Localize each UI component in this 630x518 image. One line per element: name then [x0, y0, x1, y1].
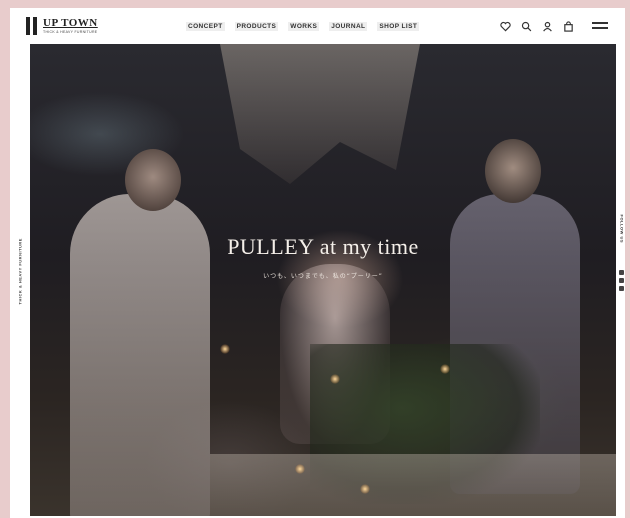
user-icon[interactable] — [542, 19, 553, 32]
candle-light — [330, 374, 340, 384]
brand-tagline: THICK & HEAVY FURNITURE — [43, 29, 98, 34]
candle-light — [440, 364, 450, 374]
hero-subtitle: いつも、いつまでも、私の“プーリー” — [263, 273, 383, 280]
hero-person-right-head — [485, 139, 541, 203]
menu-icon[interactable] — [592, 21, 608, 30]
nav-products[interactable]: PRODUCTS — [234, 22, 279, 31]
side-brand-text: THICK & HEAVY FURNITURE — [12, 228, 24, 308]
side-brand-label: THICK & HEAVY FURNITURE — [17, 238, 23, 305]
line-icon[interactable] — [619, 286, 624, 291]
nav-shop-list[interactable]: SHOP LIST — [377, 22, 420, 31]
hero-table — [210, 454, 616, 516]
bag-icon[interactable] — [563, 19, 574, 32]
heart-icon[interactable] — [500, 19, 511, 32]
instagram-icon[interactable] — [619, 270, 624, 275]
hero-person-left-head — [125, 149, 181, 211]
candle-light — [220, 344, 230, 354]
hero-drape — [220, 44, 420, 184]
page: UP TOWN THICK & HEAVY FURNITURE CONCEPT … — [10, 8, 625, 518]
follow-us: FOLLOW US — [618, 215, 626, 300]
candle-light — [295, 464, 305, 474]
follow-us-label: FOLLOW US — [619, 214, 625, 244]
search-icon[interactable] — [521, 19, 532, 32]
main-nav: CONCEPT PRODUCTS WORKS JOURNAL SHOP LIST — [186, 22, 420, 31]
site-header: UP TOWN THICK & HEAVY FURNITURE CONCEPT … — [10, 8, 625, 44]
nav-journal[interactable]: JOURNAL — [329, 22, 368, 31]
candle-light — [360, 484, 370, 494]
nav-works[interactable]: WORKS — [288, 22, 320, 31]
brand-name: UP TOWN — [43, 16, 98, 29]
header-icons — [500, 19, 574, 32]
brand-logo[interactable]: UP TOWN THICK & HEAVY FURNITURE — [25, 17, 98, 35]
nav-concept[interactable]: CONCEPT — [186, 22, 225, 31]
hero-image: PULLEY at my time いつも、いつまでも、私の“プーリー” — [30, 44, 616, 516]
logo-mark-icon — [25, 17, 39, 35]
hero-title: PULLEY at my time — [227, 234, 419, 259]
facebook-icon[interactable] — [619, 278, 624, 283]
